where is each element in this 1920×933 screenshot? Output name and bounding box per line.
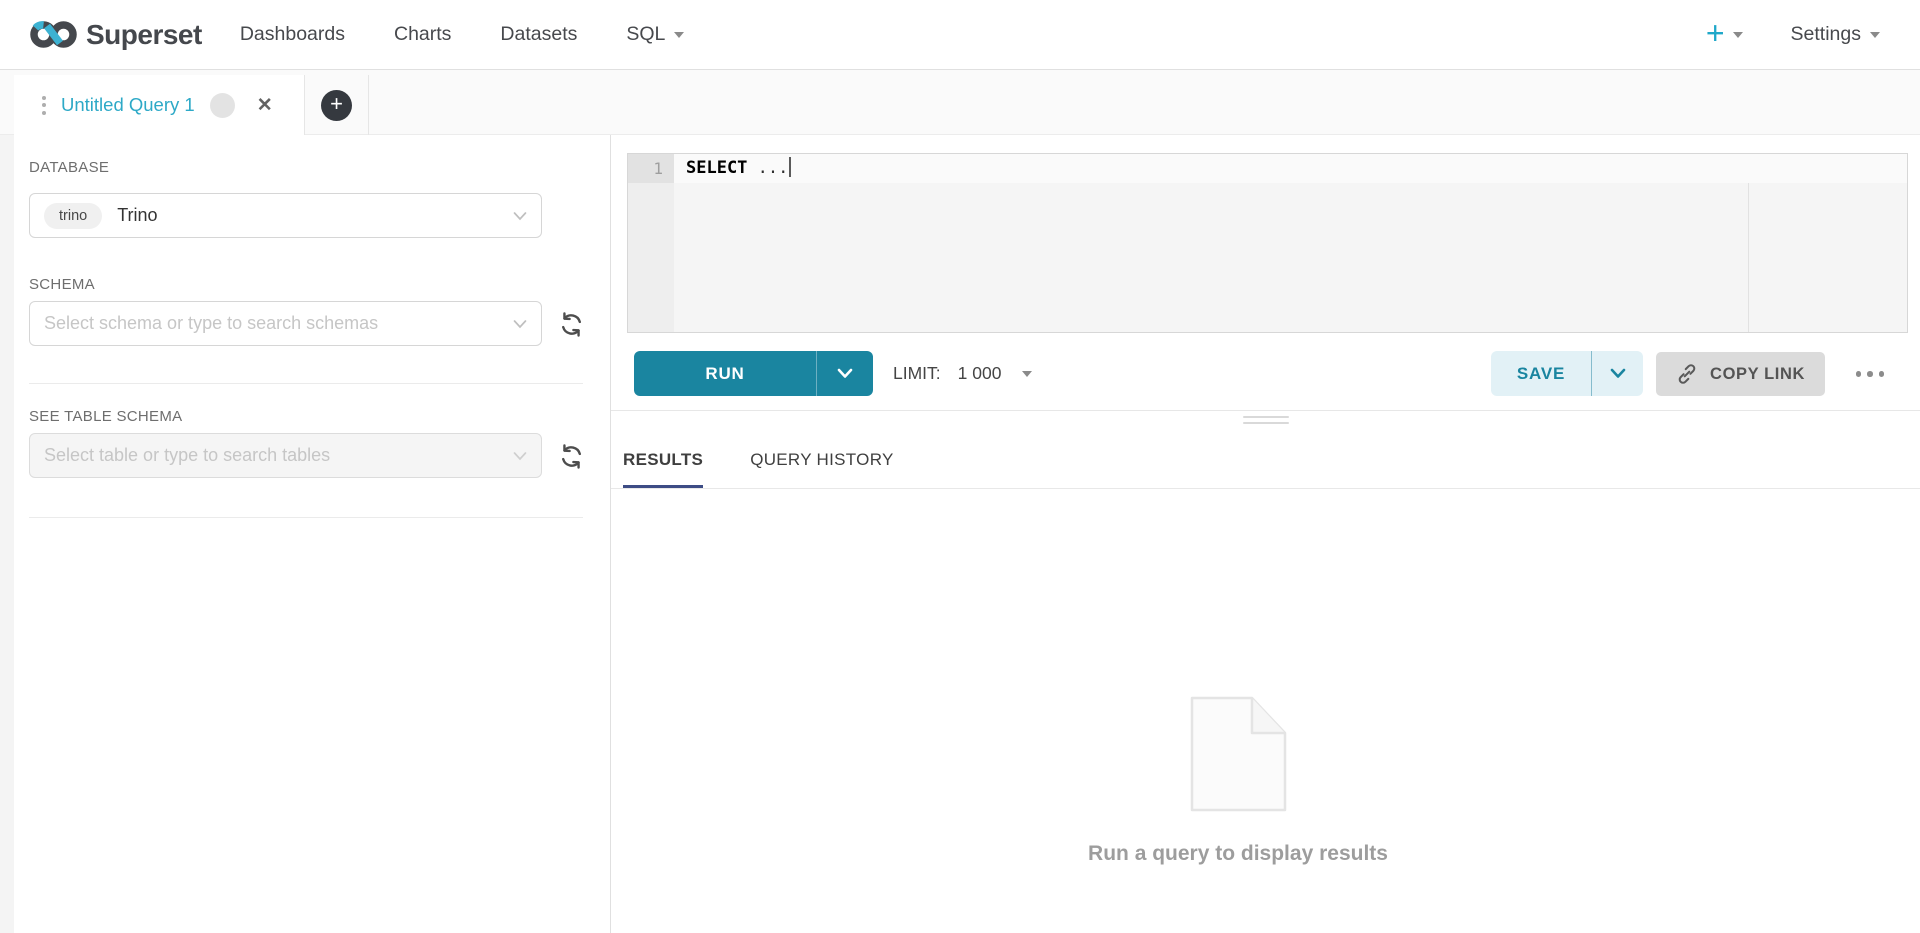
results-tab-bar: RESULTS QUERY HISTORY bbox=[611, 431, 1920, 489]
section-divider bbox=[29, 383, 583, 384]
sql-code-editor[interactable]: 1 SELECT ... bbox=[627, 153, 1908, 333]
more-options-button[interactable] bbox=[1854, 363, 1887, 385]
section-divider bbox=[29, 517, 583, 518]
editor-toolbar: RUN LIMIT: 1 000 SAVE bbox=[611, 351, 1920, 396]
chevron-down-icon bbox=[513, 211, 527, 221]
caret-down-icon bbox=[1870, 32, 1880, 38]
chevron-down-icon bbox=[513, 319, 527, 329]
query-status-dot bbox=[210, 93, 235, 118]
ellipsis-icon bbox=[1856, 371, 1862, 377]
superset-infinity-icon bbox=[30, 19, 77, 50]
new-item-button[interactable]: + bbox=[1706, 21, 1743, 49]
line-number: 1 bbox=[628, 154, 674, 183]
database-value: Trino bbox=[117, 205, 157, 226]
nav-item-datasets[interactable]: Datasets bbox=[500, 23, 577, 46]
link-icon bbox=[1676, 363, 1698, 385]
database-label: DATABASE bbox=[29, 159, 109, 176]
nav-item-charts[interactable]: Charts bbox=[394, 23, 451, 46]
results-empty-state: Run a query to display results bbox=[611, 696, 1865, 866]
settings-menu[interactable]: Settings bbox=[1791, 23, 1880, 46]
refresh-tables-button[interactable] bbox=[556, 441, 586, 471]
refresh-icon bbox=[558, 311, 585, 338]
sql-editor-pane: 1 SELECT ... RUN LIMIT: 1 000 SAVE bbox=[611, 135, 1920, 933]
schema-label: SCHEMA bbox=[29, 276, 95, 293]
schema-placeholder: Select schema or type to search schemas bbox=[44, 313, 378, 334]
refresh-schemas-button[interactable] bbox=[556, 309, 586, 339]
active-line-highlight bbox=[674, 154, 1907, 183]
left-gutter bbox=[0, 135, 14, 933]
top-navbar: Superset Dashboards Charts Datasets SQL … bbox=[0, 0, 1920, 70]
print-margin-line bbox=[1748, 183, 1749, 332]
nav-item-sql[interactable]: SQL bbox=[626, 23, 684, 46]
limit-label: LIMIT: bbox=[893, 363, 941, 384]
code-line: SELECT ... bbox=[686, 154, 791, 183]
add-tab-cell: + bbox=[305, 75, 369, 135]
save-button[interactable]: SAVE bbox=[1491, 351, 1591, 396]
limit-value: 1 000 bbox=[958, 363, 1002, 384]
plus-icon: + bbox=[1706, 17, 1725, 49]
close-icon[interactable]: ✕ bbox=[257, 96, 273, 115]
pane-divider bbox=[611, 410, 1920, 411]
document-icon bbox=[1190, 696, 1287, 812]
resize-handle[interactable] bbox=[1237, 414, 1295, 426]
refresh-icon bbox=[558, 443, 585, 470]
tab-query-history[interactable]: QUERY HISTORY bbox=[750, 431, 893, 488]
nav-item-dashboards[interactable]: Dashboards bbox=[240, 23, 345, 46]
tab-results[interactable]: RESULTS bbox=[623, 431, 703, 488]
caret-down-icon bbox=[1733, 32, 1743, 38]
caret-down-icon bbox=[674, 32, 684, 38]
run-options-button[interactable] bbox=[816, 351, 873, 396]
sqllab-side-panel: DATABASE trino Trino SCHEMA Select schem… bbox=[14, 135, 611, 933]
save-options-button[interactable] bbox=[1591, 351, 1643, 396]
caret-down-icon bbox=[1022, 371, 1032, 377]
run-button[interactable]: RUN bbox=[634, 351, 816, 396]
database-type-badge: trino bbox=[44, 203, 102, 229]
schema-select[interactable]: Select schema or type to search schemas bbox=[29, 301, 542, 346]
drag-handle-icon[interactable] bbox=[42, 96, 46, 115]
superset-logo[interactable]: Superset bbox=[30, 19, 202, 51]
brand-name: Superset bbox=[86, 19, 202, 51]
text-cursor bbox=[789, 157, 791, 177]
chevron-down-icon bbox=[513, 451, 527, 461]
main-menu: Dashboards Charts Datasets SQL bbox=[240, 23, 685, 46]
add-tab-button[interactable]: + bbox=[321, 90, 352, 121]
table-select[interactable]: Select table or type to search tables bbox=[29, 433, 542, 478]
table-placeholder: Select table or type to search tables bbox=[44, 445, 330, 466]
chevron-down-icon bbox=[1610, 368, 1626, 379]
limit-dropdown[interactable]: LIMIT: 1 000 bbox=[893, 351, 1032, 396]
chevron-down-icon bbox=[837, 368, 853, 379]
query-tab-label: Untitled Query 1 bbox=[61, 94, 195, 116]
database-select[interactable]: trino Trino bbox=[29, 193, 542, 238]
copy-link-label: COPY LINK bbox=[1710, 365, 1805, 384]
query-tab-strip: Untitled Query 1 ✕ + bbox=[0, 70, 1920, 135]
query-tab-untitled-query-1[interactable]: Untitled Query 1 ✕ bbox=[14, 75, 305, 135]
empty-message: Run a query to display results bbox=[1088, 842, 1388, 866]
copy-link-button[interactable]: COPY LINK bbox=[1656, 352, 1825, 396]
see-table-schema-label: SEE TABLE SCHEMA bbox=[29, 408, 182, 425]
